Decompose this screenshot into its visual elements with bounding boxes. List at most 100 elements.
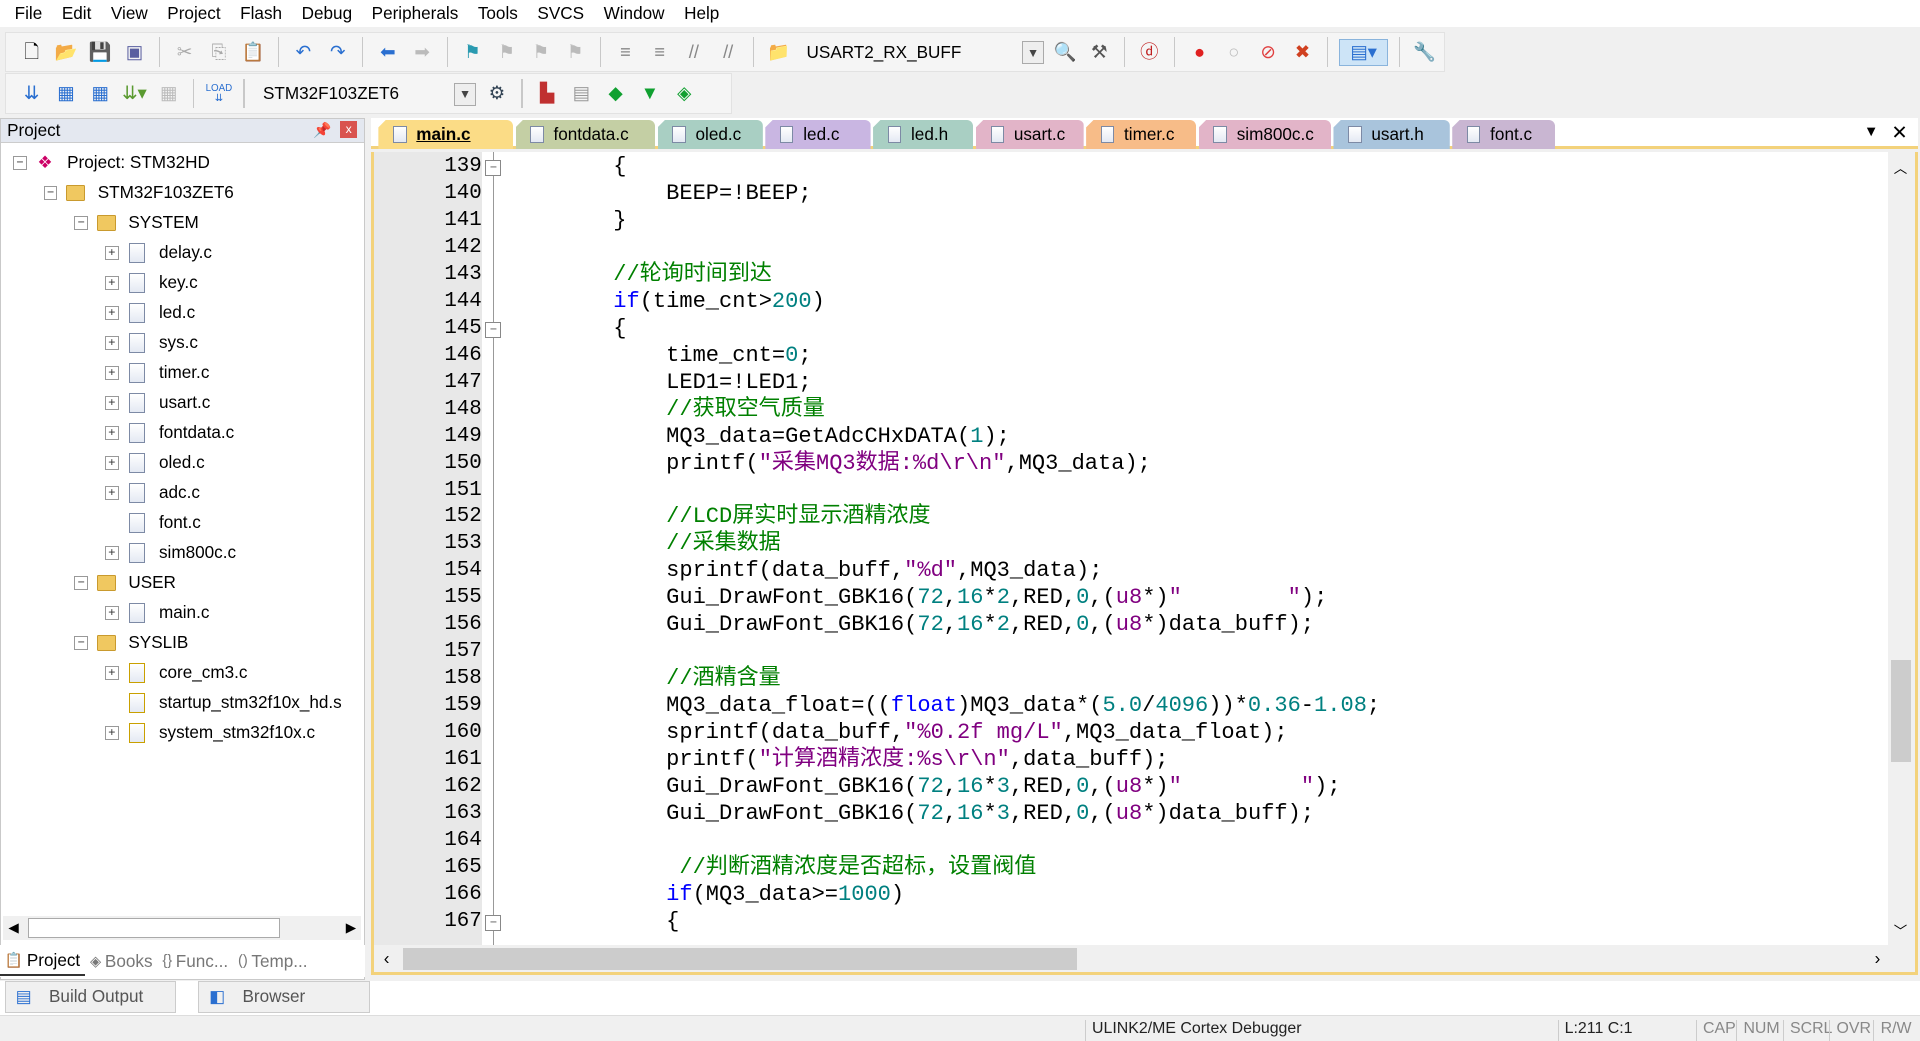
collapse-icon[interactable]: − [74, 576, 88, 590]
scrollbar-thumb[interactable] [1891, 659, 1911, 762]
configure-icon[interactable]: 🔧 [1411, 39, 1438, 66]
tree-item[interactable]: + oled.c [1, 448, 363, 478]
tree-item[interactable]: + key.c [1, 268, 363, 298]
comment-icon[interactable]: // [680, 39, 707, 66]
scrollbar-thumb[interactable] [27, 918, 281, 938]
panel-tab-books[interactable]: ◈ Books [85, 947, 157, 976]
tree-item[interactable]: + led.c [1, 298, 363, 328]
tree-item[interactable]: + timer.c [1, 358, 363, 388]
tab-oled-c[interactable]: oled.c [657, 119, 763, 150]
tab-build-output[interactable]: ▤ Build Output [4, 980, 177, 1013]
menu-peripherals[interactable]: Peripherals [362, 3, 468, 24]
scroll-right-icon[interactable]: ▶ [346, 920, 356, 936]
editor-horizontal-scrollbar[interactable]: ‹ › [371, 945, 1918, 975]
tree-item[interactable]: − SYSLIB [1, 628, 363, 658]
insert-breakpoint-icon[interactable]: ● [1186, 39, 1213, 66]
expand-icon[interactable]: + [105, 336, 119, 350]
build-icon[interactable]: ▦ [52, 80, 79, 107]
select-packs-icon[interactable]: ▼ [636, 80, 663, 107]
rebuild-icon[interactable]: ▦ [87, 80, 114, 107]
bookmark-icon[interactable]: ⚑ [459, 39, 486, 66]
tree-item[interactable]: + sys.c [1, 328, 363, 358]
find-icon[interactable]: 🔍 [1051, 39, 1078, 66]
target-options-icon[interactable]: ⚙ [483, 80, 510, 107]
tree-item[interactable]: − USER [1, 568, 363, 598]
expand-icon[interactable]: + [105, 306, 119, 320]
tree-item[interactable]: + sim800c.c [1, 538, 363, 568]
expand-icon[interactable]: + [105, 546, 119, 560]
panel-tab-func[interactable]: {} Func... [157, 947, 233, 976]
editor-vertical-scrollbar[interactable]: ︿ ﹀ [1887, 151, 1915, 946]
find-in-files-icon[interactable]: 📁 [765, 39, 792, 66]
run-time-environment-icon[interactable]: ◈ [671, 80, 698, 107]
collapse-icon[interactable]: − [13, 156, 27, 170]
panel-tab-project[interactable]: 📋 Project [0, 947, 86, 976]
menu-debug[interactable]: Debug [292, 3, 362, 24]
expand-icon[interactable]: + [105, 396, 119, 410]
clear-bookmarks-icon[interactable]: ⚑ [562, 39, 589, 66]
kill-breakpoints-icon[interactable]: ✖ [1289, 39, 1316, 66]
navigate-back-icon[interactable]: ⬅ [374, 39, 401, 66]
menu-flash[interactable]: Flash [230, 3, 291, 24]
tab-browser[interactable]: ◧ Browser [198, 980, 370, 1013]
tree-item[interactable]: + core_cm3.c [1, 658, 363, 688]
copy-icon[interactable]: ⎘ [205, 39, 232, 66]
paste-icon[interactable]: 📋 [240, 39, 267, 66]
find-combo[interactable]: USART2_RX_BUFF ▼ [799, 37, 1045, 66]
menu-edit[interactable]: Edit [52, 3, 101, 24]
fold-toggle-icon[interactable]: − [485, 914, 502, 931]
tab-led-c[interactable]: led.c [765, 119, 871, 150]
manage-components-icon[interactable]: ▙ [534, 80, 561, 107]
expand-icon[interactable]: + [105, 426, 119, 440]
redo-icon[interactable]: ↷ [324, 39, 351, 66]
tree-item[interactable]: + delay.c [1, 238, 363, 268]
expand-icon[interactable]: + [105, 276, 119, 290]
menu-view[interactable]: View [101, 3, 157, 24]
pack-installer-icon[interactable]: ◆ [602, 80, 629, 107]
tree-item[interactable]: + system_stm32f10x.c [1, 718, 363, 748]
tree-item[interactable]: + fontdata.c [1, 418, 363, 448]
save-all-icon[interactable]: ▣ [121, 39, 148, 66]
debug-session-icon[interactable]: ⓓ [1136, 39, 1163, 66]
tab-usart-h[interactable]: usart.h [1333, 119, 1450, 150]
expand-icon[interactable]: + [105, 726, 119, 740]
open-folder-icon[interactable]: 📂 [52, 39, 79, 66]
menu-svcs[interactable]: SVCS [528, 3, 594, 24]
translate-icon[interactable]: ⇊ [18, 80, 45, 107]
expand-icon[interactable]: + [105, 246, 119, 260]
new-file-icon[interactable]: 🗋 [18, 39, 45, 66]
scroll-up-icon[interactable]: ︿ [1894, 157, 1907, 177]
menu-file[interactable]: File [5, 3, 52, 24]
tree-item[interactable]: + usart.c [1, 388, 363, 418]
enable-breakpoint-icon[interactable]: ○ [1220, 39, 1247, 66]
next-bookmark-icon[interactable]: ⚑ [527, 39, 554, 66]
fold-toggle-icon[interactable]: − [485, 160, 502, 177]
prev-bookmark-icon[interactable]: ⚑ [493, 39, 520, 66]
menu-tools[interactable]: Tools [468, 3, 528, 24]
download-load-icon[interactable]: LOAD ⇊ [205, 80, 233, 107]
menu-help[interactable]: Help [674, 3, 729, 24]
tree-item[interactable]: − SYSTEM [1, 208, 363, 238]
indent-icon[interactable]: ≡ [612, 39, 639, 66]
expand-icon[interactable]: + [105, 366, 119, 380]
tab-list-dropdown-icon[interactable]: ▼ [1864, 124, 1879, 140]
expand-icon[interactable]: + [105, 606, 119, 620]
collapse-icon[interactable]: − [74, 216, 88, 230]
tree-item[interactable]: + main.c [1, 598, 363, 628]
file-extensions-icon[interactable]: ▤ [568, 80, 595, 107]
code-editor[interactable]: 139 140 141 142 143 144 145 146 147 148 149 150 151 1… [371, 151, 1918, 946]
tree-item[interactable]: font.c [1, 508, 363, 538]
close-panel-icon[interactable]: x [340, 120, 358, 139]
navigate-forward-icon[interactable]: ➡ [409, 39, 436, 66]
expand-icon[interactable]: + [105, 456, 119, 470]
tree-item[interactable]: − ❖ Project: STM32HD [1, 148, 363, 178]
stop-build-icon[interactable]: ▦ [155, 80, 182, 107]
menu-window[interactable]: Window [594, 3, 674, 24]
chevron-down-icon[interactable]: ▼ [454, 82, 477, 106]
scroll-down-icon[interactable]: ﹀ [1894, 920, 1907, 940]
tab-font-c[interactable]: font.c [1452, 119, 1556, 150]
scrollbar-thumb[interactable] [403, 947, 1077, 970]
tab-main-c[interactable]: main.c [378, 119, 514, 150]
cut-icon[interactable]: ✂ [171, 39, 198, 66]
tab-timer-c[interactable]: timer.c [1086, 119, 1197, 150]
